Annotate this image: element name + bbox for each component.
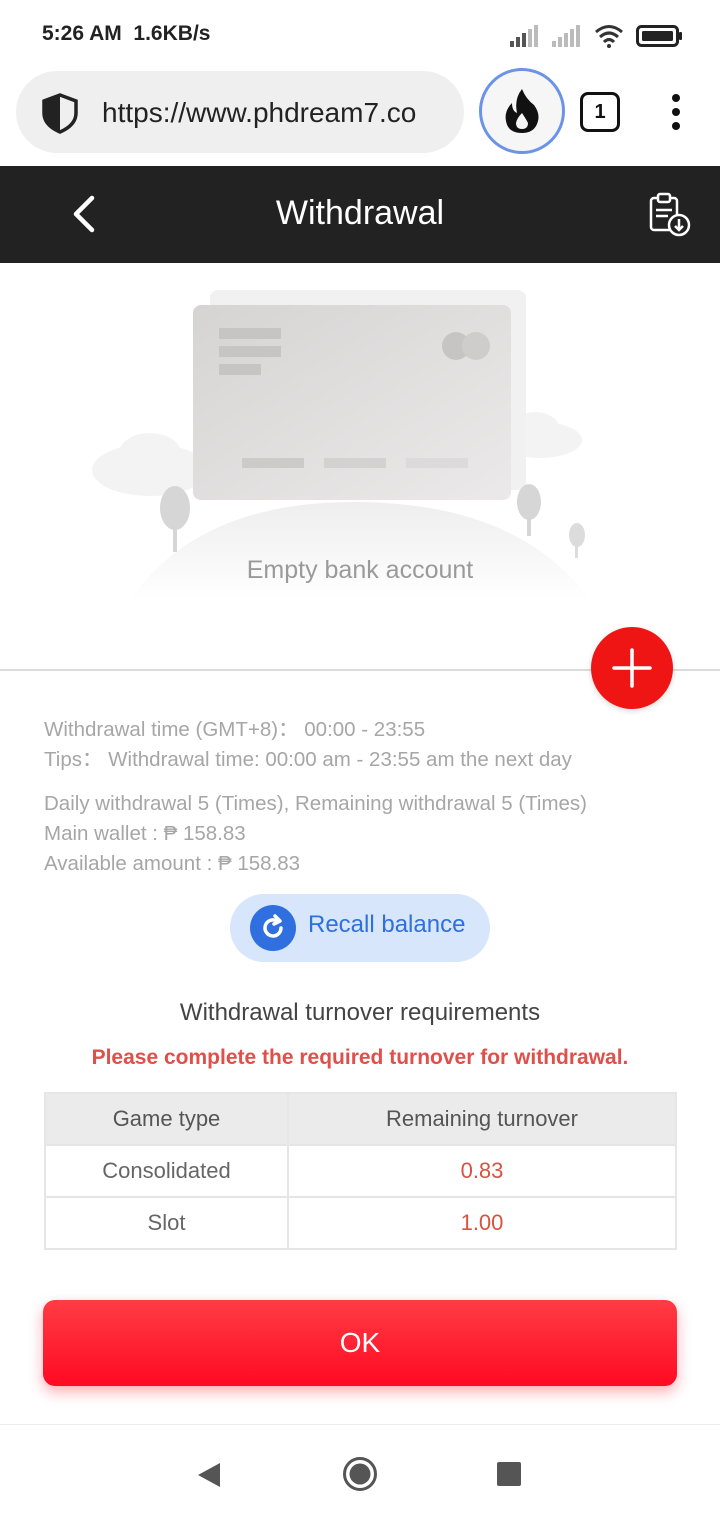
battery-icon bbox=[636, 25, 682, 47]
signal-icon bbox=[552, 25, 580, 47]
records-icon[interactable] bbox=[646, 192, 692, 238]
add-bank-button[interactable] bbox=[591, 627, 673, 709]
signal-icon bbox=[510, 25, 538, 47]
nav-back-icon[interactable] bbox=[196, 1461, 222, 1489]
nav-recent-icon[interactable] bbox=[497, 1462, 521, 1486]
remaining-turnover-cell: 1.00 bbox=[287, 1196, 677, 1250]
wifi-icon bbox=[595, 25, 623, 48]
table-row: Consolidated 0.83 bbox=[44, 1144, 677, 1198]
ok-button[interactable]: OK bbox=[43, 1300, 677, 1386]
plus-icon bbox=[612, 648, 652, 688]
url-bar[interactable]: https://www.phdream7.co bbox=[16, 71, 464, 153]
daily-limit-text: Daily withdrawal 5 (Times), Remaining wi… bbox=[44, 792, 588, 815]
fire-icon bbox=[505, 89, 539, 133]
shield-icon[interactable] bbox=[38, 91, 82, 135]
empty-bank-text: Empty bank account bbox=[246, 556, 474, 584]
url-text[interactable]: https://www.phdream7.co bbox=[102, 97, 416, 129]
game-type-cell: Slot bbox=[44, 1196, 289, 1250]
browser-toolbar: https://www.phdream7.co 1 bbox=[0, 68, 720, 166]
fire-button[interactable] bbox=[479, 68, 565, 154]
tips-text: Tips： Withdrawal time: 00:00 am - 23:55 … bbox=[44, 748, 572, 771]
system-nav-bar bbox=[0, 1424, 720, 1520]
menu-dot bbox=[672, 94, 680, 102]
available-amount-text: Available amount : ₱ 158.83 bbox=[44, 852, 301, 875]
table-row: Slot 1.00 bbox=[44, 1196, 677, 1250]
turnover-warning: Please complete the required turnover fo… bbox=[91, 1046, 629, 1069]
menu-icon[interactable] bbox=[668, 94, 684, 130]
table-header-row: Game type Remaining turnover bbox=[44, 1092, 677, 1146]
tabs-button[interactable]: 1 bbox=[580, 92, 620, 132]
column-header: Remaining turnover bbox=[287, 1092, 677, 1146]
turnover-title: Withdrawal turnover requirements bbox=[179, 999, 541, 1026]
main-wallet-text: Main wallet : ₱ 158.83 bbox=[44, 822, 246, 845]
recall-balance-label: Recall balance bbox=[308, 911, 466, 938]
menu-dot bbox=[672, 122, 680, 130]
nav-home-icon[interactable] bbox=[342, 1456, 378, 1492]
network-speed: 1.6KB/s bbox=[133, 22, 211, 45]
page-title: Withdrawal bbox=[275, 194, 445, 232]
app-header: Withdrawal bbox=[0, 166, 720, 263]
remaining-turnover-cell: 0.83 bbox=[287, 1144, 677, 1198]
column-header: Game type bbox=[44, 1092, 289, 1146]
turnover-table: Game type Remaining turnover Consolidate… bbox=[44, 1092, 677, 1250]
clock-text: 5:26 AM bbox=[42, 22, 122, 45]
refresh-icon bbox=[250, 905, 296, 951]
menu-dot bbox=[672, 108, 680, 116]
withdrawal-time-text: Withdrawal time (GMT+8)： 00:00 - 23:55 bbox=[44, 718, 426, 741]
recall-balance-button[interactable]: Recall balance bbox=[230, 894, 490, 962]
game-type-cell: Consolidated bbox=[44, 1144, 289, 1198]
tab-count: 1 bbox=[594, 100, 606, 123]
status-time: 5:26 AM 1.6KB/s bbox=[42, 22, 210, 46]
status-icons bbox=[510, 24, 684, 48]
status-bar: 5:26 AM 1.6KB/s bbox=[0, 0, 720, 68]
